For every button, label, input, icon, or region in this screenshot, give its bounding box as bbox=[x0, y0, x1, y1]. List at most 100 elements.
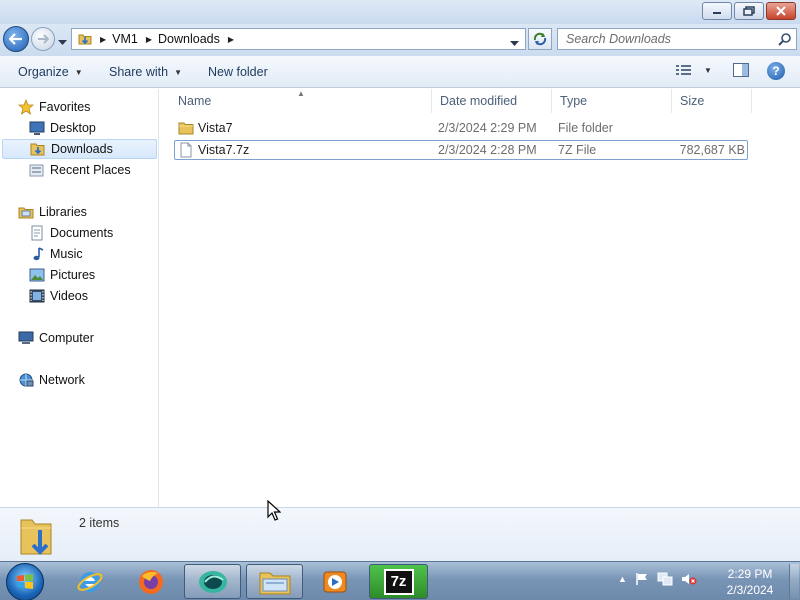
taskbar-firefox[interactable] bbox=[128, 564, 174, 599]
refresh-button[interactable] bbox=[528, 28, 552, 50]
nav-favorites-label: Favorites bbox=[39, 100, 91, 114]
file-icon bbox=[178, 141, 194, 159]
action-center-flag-icon[interactable] bbox=[635, 572, 649, 586]
new-folder-button[interactable]: New folder bbox=[208, 65, 268, 79]
nav-documents[interactable]: Documents bbox=[29, 223, 113, 243]
forward-button[interactable] bbox=[31, 27, 55, 51]
windows-logo-icon bbox=[17, 574, 33, 589]
column-header-name[interactable]: Name bbox=[170, 89, 432, 113]
details-view-icon bbox=[676, 65, 691, 75]
7zip-label: 7z bbox=[390, 573, 407, 590]
file-date-modified: 2/3/2024 2:29 PM bbox=[438, 121, 537, 135]
clock-time: 2:29 PM bbox=[727, 567, 773, 581]
pictures-icon bbox=[29, 267, 45, 283]
folder-icon bbox=[78, 34, 92, 45]
chevron-down-icon bbox=[510, 41, 519, 46]
documents-icon bbox=[29, 225, 45, 241]
chevron-down-icon: ▼ bbox=[74, 67, 83, 77]
firefox-icon bbox=[139, 569, 163, 594]
mouse-cursor-icon bbox=[267, 500, 281, 521]
preview-pane-button[interactable] bbox=[733, 63, 749, 81]
file-row-vista7[interactable]: Vista7 2/3/2024 2:29 PM File folder bbox=[174, 119, 748, 139]
nav-videos-label: Videos bbox=[50, 289, 88, 303]
music-icon bbox=[29, 246, 45, 262]
nav-libraries[interactable]: Libraries bbox=[18, 202, 87, 222]
nav-computer[interactable]: Computer bbox=[18, 328, 94, 348]
nav-network[interactable]: Network bbox=[18, 370, 85, 390]
search-icon[interactable] bbox=[778, 32, 792, 46]
share-with-button[interactable]: Share with ▼ bbox=[109, 65, 182, 79]
taskbar-explorer[interactable] bbox=[246, 564, 303, 599]
close-icon bbox=[776, 6, 786, 16]
item-count: 2 items bbox=[79, 516, 120, 530]
nav-network-label: Network bbox=[39, 373, 85, 387]
file-row-vista7-7z[interactable]: Vista7.7z 2/3/2024 2:28 PM 7Z File 782,6… bbox=[174, 140, 748, 160]
media-player-icon bbox=[323, 571, 347, 592]
breadcrumb-downloads[interactable]: Downloads bbox=[158, 32, 220, 46]
nav-downloads-label: Downloads bbox=[51, 142, 113, 156]
chevron-down-icon: ▼ bbox=[704, 65, 712, 75]
taskbar-internet-explorer[interactable] bbox=[67, 564, 113, 599]
details-pane: 2 items bbox=[0, 507, 800, 561]
close-button[interactable] bbox=[766, 2, 796, 20]
nav-computer-label: Computer bbox=[39, 331, 94, 345]
search-box[interactable] bbox=[557, 28, 797, 50]
computer-icon bbox=[18, 330, 34, 346]
address-dropdown[interactable] bbox=[510, 36, 519, 50]
navigation-pane: Favorites Desktop Downloads Recent Place… bbox=[0, 89, 159, 507]
command-bar: Organize ▼ Share with ▼ New folder ▼ ? bbox=[0, 56, 800, 88]
breadcrumb-vm1[interactable]: VM1 bbox=[112, 32, 138, 46]
breadcrumb-separator[interactable]: ▶ bbox=[100, 35, 106, 44]
chevron-down-icon bbox=[58, 40, 67, 45]
7zip-icon: 7z bbox=[383, 568, 414, 595]
minimize-button[interactable] bbox=[702, 2, 732, 20]
downloads-folder-icon bbox=[18, 514, 58, 561]
refresh-icon bbox=[533, 32, 547, 46]
recent-pages-dropdown[interactable] bbox=[58, 35, 67, 49]
network-status-icon[interactable] bbox=[657, 572, 673, 586]
preview-pane-icon bbox=[733, 63, 749, 77]
videos-icon bbox=[29, 288, 45, 304]
volume-muted-icon[interactable] bbox=[681, 572, 697, 586]
system-tray: ▲ bbox=[618, 572, 697, 586]
nav-desktop-label: Desktop bbox=[50, 121, 96, 135]
taskbar-media-player[interactable] bbox=[310, 564, 360, 599]
file-date-modified: 2/3/2024 2:28 PM bbox=[438, 143, 537, 157]
change-view-button[interactable]: ▼ bbox=[676, 64, 712, 76]
column-header-size[interactable]: Size bbox=[672, 89, 752, 113]
nav-desktop[interactable]: Desktop bbox=[29, 118, 96, 138]
nav-music[interactable]: Music bbox=[29, 244, 83, 264]
column-header-date-modified[interactable]: Date modified bbox=[432, 89, 552, 113]
breadcrumb-separator[interactable]: ▶ bbox=[146, 35, 152, 44]
taskbar-7zip[interactable]: 7z bbox=[369, 564, 428, 599]
address-bar[interactable]: ▶ VM1 ▶ Downloads ▶ bbox=[71, 28, 526, 50]
clock[interactable]: 2:29 PM 2/3/2024 bbox=[716, 566, 784, 598]
search-input[interactable] bbox=[558, 29, 768, 49]
explorer-icon bbox=[259, 572, 290, 594]
folder-icon bbox=[178, 119, 194, 137]
nav-music-label: Music bbox=[50, 247, 83, 261]
back-button[interactable] bbox=[3, 26, 29, 52]
nav-downloads[interactable]: Downloads bbox=[2, 139, 157, 159]
share-with-label: Share with bbox=[109, 65, 169, 79]
restore-icon bbox=[743, 6, 755, 16]
organize-button[interactable]: Organize ▼ bbox=[18, 65, 83, 79]
nav-favorites[interactable]: Favorites bbox=[18, 97, 90, 117]
show-desktop-button[interactable] bbox=[789, 564, 799, 599]
column-header-type[interactable]: Type bbox=[552, 89, 672, 113]
show-hidden-icons-icon[interactable]: ▲ bbox=[618, 574, 627, 584]
breadcrumb-separator[interactable]: ▶ bbox=[228, 35, 234, 44]
recent-places-icon bbox=[29, 162, 45, 178]
start-button[interactable] bbox=[6, 563, 44, 600]
nav-pictures-label: Pictures bbox=[50, 268, 96, 282]
taskbar-app[interactable] bbox=[184, 564, 241, 599]
help-button[interactable]: ? bbox=[767, 62, 785, 80]
nav-recent-places-label: Recent Places bbox=[50, 163, 131, 177]
organize-label: Organize bbox=[18, 65, 69, 79]
nav-videos[interactable]: Videos bbox=[29, 286, 88, 306]
restore-button[interactable] bbox=[734, 2, 764, 20]
new-folder-label: New folder bbox=[208, 65, 268, 79]
forward-arrow-icon bbox=[38, 34, 49, 44]
nav-pictures[interactable]: Pictures bbox=[29, 265, 95, 285]
nav-recent-places[interactable]: Recent Places bbox=[29, 160, 131, 180]
